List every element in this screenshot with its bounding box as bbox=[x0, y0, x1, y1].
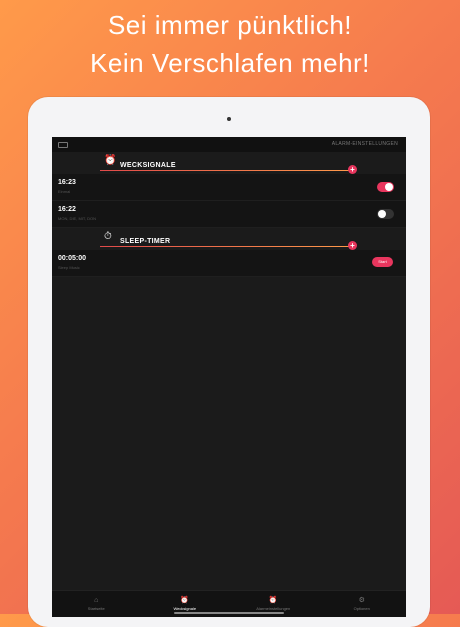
tab-label: Optionen bbox=[353, 606, 370, 611]
headline: Sei immer pünktlich! Kein Verschlafen me… bbox=[0, 6, 460, 82]
alarm-row[interactable]: 16:23 Einmal bbox=[52, 174, 406, 201]
sleep-timer-section-header: ⏱ SLEEP-TIMER + bbox=[52, 228, 406, 250]
section-divider bbox=[100, 170, 352, 172]
ipad-frame: ALARM-EINSTELLUNGEN ⏰ WECKSIGNALE + 16:2… bbox=[28, 97, 430, 627]
battery-icon bbox=[58, 142, 68, 148]
tab-label: Startseite bbox=[87, 606, 105, 611]
headline-line-1: Sei immer pünktlich! bbox=[107, 10, 353, 40]
alarm-repeat: Einmal bbox=[58, 189, 71, 194]
section-divider bbox=[100, 246, 352, 248]
app-screen: ALARM-EINSTELLUNGEN ⏰ WECKSIGNALE + 16:2… bbox=[52, 137, 406, 617]
alarm-row[interactable]: 16:22 MON, DIE, MIT, DON bbox=[52, 201, 406, 228]
toggle-knob bbox=[385, 183, 393, 191]
alarm-clock-icon: ⏰ bbox=[180, 597, 190, 604]
alarm-toggle[interactable] bbox=[377, 182, 394, 192]
alarms-section-title: WECKSIGNALE bbox=[120, 162, 176, 169]
gear-icon: ⚙ bbox=[358, 597, 365, 604]
start-button[interactable]: Start bbox=[372, 257, 393, 267]
add-alarm-button[interactable]: + bbox=[348, 165, 357, 174]
sleep-timer-duration: 00:05:00 bbox=[58, 255, 87, 262]
toggle-knob bbox=[378, 210, 386, 218]
alarm-settings-link[interactable]: ALARM-EINSTELLUNGEN bbox=[332, 141, 398, 147]
alarm-time: 16:23 bbox=[58, 179, 76, 186]
tab-home[interactable]: ⌂ Startseite bbox=[52, 591, 141, 617]
alarm-clock-icon: ⏰ bbox=[104, 155, 117, 166]
tab-label: Wecksignale bbox=[173, 606, 197, 611]
add-sleep-timer-button[interactable]: + bbox=[348, 241, 357, 250]
tab-label: Alarmeinstellungen bbox=[256, 606, 291, 611]
sleep-timer-sound: Sleep Music bbox=[58, 265, 80, 270]
stopwatch-icon: ⏱ bbox=[104, 231, 112, 242]
alarm-time: 16:22 bbox=[58, 206, 76, 213]
home-icon: ⌂ bbox=[94, 597, 99, 604]
sleep-timer-section-title: SLEEP-TIMER bbox=[120, 238, 171, 245]
alarm-repeat: MON, DIE, MIT, DON bbox=[58, 216, 96, 221]
status-bar: ALARM-EINSTELLUNGEN bbox=[52, 137, 406, 152]
headline-line-2: Kein Verschlafen mehr! bbox=[90, 48, 370, 78]
alarms-section-header: ⏰ WECKSIGNALE + bbox=[52, 152, 406, 174]
sleep-timer-row[interactable]: 00:05:00 Sleep Music Start bbox=[52, 250, 406, 277]
tab-options[interactable]: ⚙ Optionen bbox=[318, 591, 407, 617]
alarm-toggle[interactable] bbox=[377, 209, 394, 219]
alarm-settings-icon: ⏰ bbox=[268, 597, 278, 604]
tab-bar: ⌂ Startseite ⏰ Wecksignale ⏰ Alarmeinste… bbox=[52, 590, 406, 617]
camera-dot bbox=[227, 117, 231, 121]
